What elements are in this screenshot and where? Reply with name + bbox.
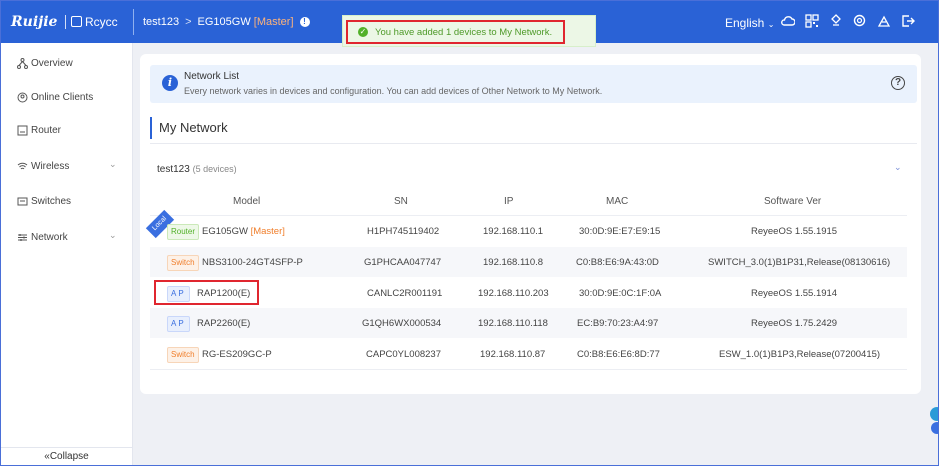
language-selector[interactable]: English ⌄	[725, 16, 774, 30]
device-type-tag: Switch	[167, 347, 199, 363]
tools-icon[interactable]	[877, 14, 891, 28]
section-accent-bar	[150, 117, 152, 139]
ip-cell: 192.168.110.118	[478, 318, 548, 329]
help-icon[interactable]: ?	[891, 76, 905, 90]
model-name: EG105GW	[202, 226, 248, 237]
ruijie-logo: Ruijie	[11, 14, 58, 30]
model-cell: RG-ES209GC-P	[202, 349, 272, 360]
ip-cell: 192.168.110.1	[483, 226, 544, 237]
ip-cell: 192.168.110.203	[478, 288, 549, 299]
ip-cell: 192.168.110.8	[483, 257, 544, 268]
sidebar-item-online-clients[interactable]: Online Clients	[17, 89, 93, 105]
rcycc-logo: Rcycc	[71, 15, 118, 29]
sidebar-item-label: Wireless	[31, 160, 70, 172]
chevron-down-icon[interactable]: ⌄	[109, 159, 117, 170]
qr-code-icon[interactable]	[805, 14, 819, 28]
rcycc-logo-mark	[71, 16, 82, 27]
sidebar-item-switches[interactable]: Switches	[17, 193, 71, 209]
switch-icon	[17, 197, 28, 205]
logout-icon[interactable]	[901, 14, 915, 28]
sidebar-item-label: Switches	[31, 195, 72, 207]
model-cell: EG105GW [Master]	[202, 226, 285, 237]
mac-cell: C0:B8:E6:E6:8D:77	[577, 349, 660, 360]
mac-cell: EC:B9:70:23:A4:97	[577, 318, 659, 329]
breadcrumb-role: [Master]	[253, 16, 294, 28]
row-highlight-box	[154, 280, 259, 305]
network-list-description: Every network varies in devices and conf…	[184, 86, 603, 96]
ip-cell: 192.168.110.87	[480, 349, 546, 360]
sidebar-item-overview[interactable]: Overview	[17, 55, 73, 71]
network-group-header[interactable]: test123 (5 devices)	[157, 164, 237, 175]
sidebar-item-label: Overview	[31, 57, 73, 69]
assistant-float-icon[interactable]	[923, 405, 939, 435]
column-header-sn: SN	[394, 196, 408, 207]
model-cell: RAP2260(E)	[197, 318, 251, 329]
device-info-icon[interactable]: !	[299, 17, 310, 27]
model-cell: NBS3100-24GT4SFP-P	[202, 257, 303, 268]
section-divider	[150, 143, 917, 144]
table-bottom-divider	[150, 369, 907, 370]
sn-cell: H1PH745119402	[367, 226, 440, 237]
sidebar-item-network[interactable]: Network	[17, 229, 68, 245]
group-device-count: (5 devices)	[192, 164, 237, 174]
info-icon: i	[162, 75, 178, 91]
sn-cell: G1PHCAA047747	[364, 257, 442, 268]
device-role: [Master]	[250, 226, 285, 237]
toast-highlight-box	[346, 20, 565, 44]
rcycc-logo-text: Rcycc	[85, 15, 118, 29]
software-cell: ReyeeOS 1.55.1915	[751, 226, 838, 237]
mac-cell: 30:0D:9E:0C:1F:0A	[579, 288, 662, 299]
chevron-down-icon[interactable]: ⌄	[894, 162, 902, 173]
software-cell: ESW_1.0(1)B1P3,Release(07200415)	[719, 349, 881, 360]
cloud-icon[interactable]	[781, 14, 795, 28]
column-header-ip: IP	[504, 196, 514, 207]
alert-icon[interactable]	[829, 14, 843, 28]
sidebar-item-router[interactable]: Router	[17, 122, 61, 138]
software-cell: ReyeeOS 1.55.1914	[751, 288, 838, 299]
group-name: test123	[157, 164, 190, 175]
collapse-label: Collapse	[49, 451, 89, 462]
router-icon	[17, 125, 28, 135]
collapse-button[interactable]: «Collapse	[1, 447, 132, 465]
network-list-banner	[150, 65, 917, 103]
sidebar-item-label: Network	[31, 231, 68, 243]
device-type-tag: AP	[167, 316, 190, 332]
my-network-title: My Network	[159, 120, 228, 135]
top-divider	[133, 9, 134, 35]
device-type-tag: Router	[167, 224, 200, 240]
column-header-mac: MAC	[606, 196, 629, 207]
clients-icon	[17, 92, 28, 102]
sn-cell: CAPC0YL008237	[366, 349, 441, 360]
column-header-model: Model	[233, 196, 261, 207]
sn-cell: G1QH6WX000534	[362, 318, 442, 329]
chevron-down-icon: ⌄	[767, 20, 775, 29]
network-list-title: Network List	[184, 71, 240, 82]
logo-divider	[65, 15, 66, 29]
sidebar-item-label: Online Clients	[31, 91, 94, 103]
topology-icon	[17, 57, 28, 69]
software-cell: ReyeeOS 1.75.2429	[751, 318, 838, 329]
wifi-icon	[17, 162, 28, 169]
breadcrumb-network[interactable]: test123	[143, 16, 179, 28]
sidebar-item-label: Router	[31, 124, 62, 136]
breadcrumb-device[interactable]: EG105GW [Master]	[198, 16, 294, 28]
language-label: English	[725, 16, 765, 30]
network-icon	[18, 233, 27, 241]
breadcrumb: test123 > EG105GW [Master] !	[143, 16, 310, 28]
app-frame: Ruijie Rcycc test123 > EG105GW [Master] …	[0, 0, 939, 466]
sidebar-item-wireless[interactable]: Wireless	[17, 158, 69, 174]
search-icon[interactable]	[853, 14, 867, 28]
software-cell: SWITCH_3.0(1)B1P31,Release(08130616)	[708, 257, 891, 268]
mac-cell: C0:B8:E6:9A:43:0D	[576, 257, 659, 268]
column-header-software: Software Ver	[764, 196, 822, 207]
sn-cell: CANLC2R001191	[367, 288, 443, 299]
device-type-tag: Switch	[167, 255, 199, 271]
breadcrumb-separator: >	[185, 16, 192, 28]
chevron-down-icon[interactable]: ⌄	[109, 230, 117, 241]
top-icon-group	[781, 14, 915, 28]
breadcrumb-device-name: EG105GW	[197, 16, 251, 28]
sidebar: Overview Online Clients Router Wireless …	[1, 43, 133, 465]
mac-cell: 30:0D:9E:E7:E9:15	[579, 226, 661, 237]
